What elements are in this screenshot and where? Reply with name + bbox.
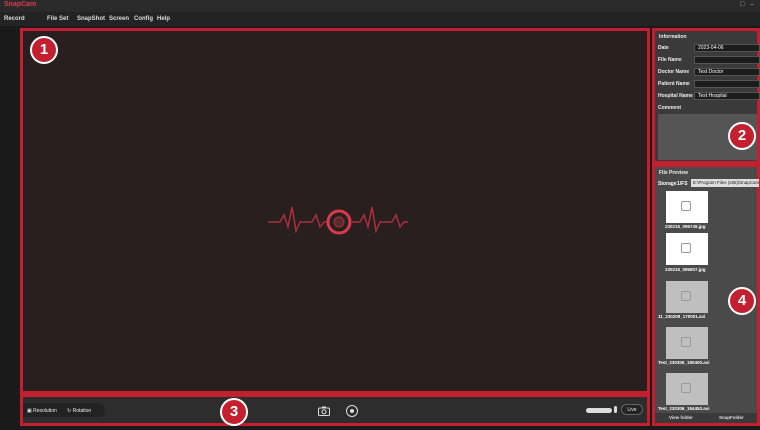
file-name: 230216_095749.jpg (665, 224, 706, 229)
tab-storage[interactable]: Storage (658, 181, 677, 187)
view-folder-button[interactable]: View folder (669, 415, 693, 420)
info-label: File Name (658, 57, 682, 63)
file-thumbnail[interactable] (666, 281, 708, 313)
doctor-name-field[interactable]: Test Doctor (694, 68, 760, 76)
info-row-patient: Patient Name (658, 80, 760, 88)
info-label: Date (658, 45, 669, 51)
record-button[interactable] (346, 405, 358, 417)
menu-record[interactable]: Record (4, 16, 25, 22)
file-thumbnail[interactable] (666, 327, 708, 359)
patient-name-field[interactable] (694, 80, 760, 88)
video-icon (681, 337, 691, 347)
menu-screen[interactable]: Screen (109, 16, 129, 22)
preview-title: File Preview (659, 170, 688, 176)
rotation-label: Rotation (72, 408, 92, 414)
badge-2: 2 (728, 122, 756, 150)
badge-4: 4 (728, 287, 756, 315)
record-icon (350, 409, 354, 413)
file-thumbnail[interactable] (666, 191, 708, 223)
file-name: 230216_095807.jpg (665, 267, 706, 272)
resolution-icon: ▣ (27, 408, 32, 414)
video-viewer[interactable] (20, 28, 650, 394)
info-row-date: Date 2023-04-06 (658, 44, 760, 52)
minimize-icon[interactable]: – (750, 1, 754, 8)
rotate-icon: ↻ (67, 408, 72, 414)
snap-folder-button[interactable]: SnapFolder (719, 415, 744, 420)
menu-snapshot[interactable]: SnapShot (77, 16, 105, 22)
camera-icon[interactable] (318, 406, 330, 416)
folder-path-field[interactable]: E:\Program Files (x86)\SnapCam (691, 179, 759, 187)
resolution-label: Resolution (33, 408, 57, 414)
image-icon (681, 243, 691, 253)
video-icon (681, 383, 691, 393)
rotation-button[interactable]: ↻ Rotation (67, 408, 91, 414)
maximize-icon[interactable]: □ (740, 1, 744, 8)
file-thumbnail[interactable] (666, 373, 708, 405)
control-toolbar: ▣ Resolution ↻ Rotation Live (20, 394, 650, 426)
info-row-doctor: Doctor Name Test Doctor (658, 68, 760, 76)
menu-bar: Record File Set SnapShot Screen Config H… (0, 12, 760, 26)
file-name-field[interactable] (694, 56, 760, 64)
badge-1: 1 (30, 36, 58, 64)
info-title: Information (659, 34, 687, 40)
image-icon (681, 201, 691, 211)
hospital-name-field[interactable]: Test Hospital (694, 92, 760, 100)
title-bar: SnapCam □ – (0, 0, 760, 12)
live-button[interactable]: Live (621, 404, 643, 415)
info-label: Doctor Name (658, 69, 690, 75)
heartbeat-logo-icon (268, 206, 408, 235)
microphone-icon[interactable] (614, 406, 617, 413)
info-row-hospital: Hospital Name Test Hospital (658, 92, 760, 100)
app-title: SnapCam (4, 1, 37, 8)
info-row-comment: Comment (658, 104, 760, 112)
tab-fps[interactable]: 1/FS (677, 181, 688, 187)
badge-3: 3 (220, 398, 248, 426)
info-label: Hospital Name (658, 93, 693, 99)
date-field[interactable]: 2023-04-06 (694, 44, 760, 52)
menu-file-set[interactable]: File Set (47, 16, 68, 22)
volume-slider[interactable] (586, 408, 612, 413)
info-row-file-name: File Name (658, 56, 760, 64)
info-label: Comment (658, 105, 682, 111)
file-name: Test_230306_194453.avi (658, 406, 710, 411)
resolution-button[interactable]: ▣ Resolution (27, 408, 57, 414)
file-name: Test_230306_190400.avi (658, 360, 710, 365)
menu-config[interactable]: Config (134, 16, 153, 22)
menu-help[interactable]: Help (157, 16, 170, 22)
file-thumbnail[interactable] (666, 233, 708, 265)
file-name: 11_230209_170001.avi (658, 314, 706, 319)
info-label: Patient Name (658, 81, 690, 87)
preview-actions: View folder SnapFolder (655, 413, 757, 423)
video-icon (681, 291, 691, 301)
